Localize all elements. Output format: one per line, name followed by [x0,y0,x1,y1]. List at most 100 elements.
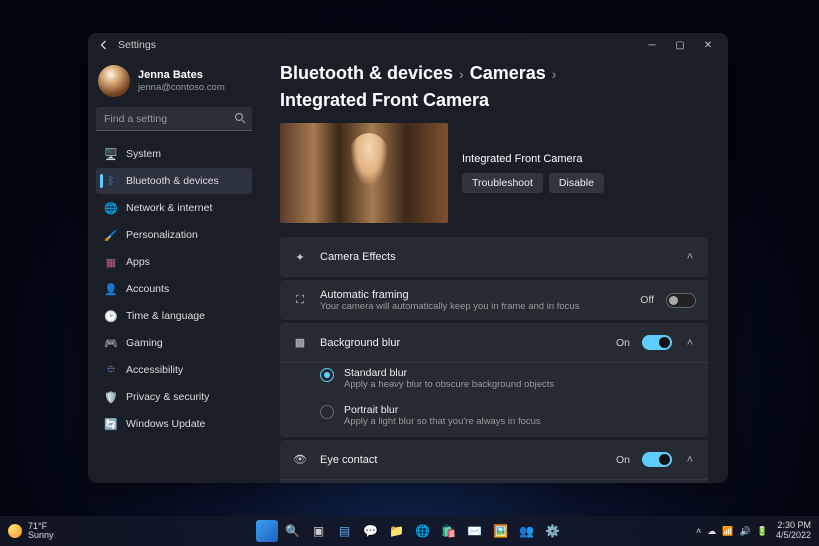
mail-button[interactable]: ✉️ [464,520,486,542]
tray-chevron-icon[interactable]: ˄ [696,526,701,536]
nav-label: Privacy & security [126,391,209,403]
store-button[interactable]: 🛍️ [438,520,460,542]
sidebar-item-accounts[interactable]: 👤Accounts [96,276,252,302]
clock-date: 4/5/2022 [776,531,811,541]
eye-contact-card: 👁 Eye contact On ˄ StandardMake eye cont… [280,440,708,483]
effects-header-label: Camera Effects [320,251,672,263]
eye-icon: 👁 [292,452,308,468]
explorer-button[interactable]: 📁 [386,520,408,542]
eye-contact-toggle[interactable] [642,452,672,467]
battery-icon[interactable]: 🔋 [757,526,768,537]
automatic-framing-row[interactable]: ⛶ Automatic framing Your camera will aut… [280,280,708,320]
troubleshoot-button[interactable]: Troubleshoot [462,173,543,193]
sidebar: Jenna Bates jenna@contoso.com 🖥️ System ᛒB… [88,57,260,483]
sidebar-item-windows-update[interactable]: 🔄Windows Update [96,411,252,437]
weather-widget[interactable]: 71°F Sunny [0,522,54,540]
nav-label: Network & internet [126,202,212,214]
automatic-framing-toggle[interactable] [666,293,696,308]
sidebar-item-apps[interactable]: ▦Apps [96,249,252,275]
search-icon [234,112,246,127]
eye-contact-row[interactable]: 👁 Eye contact On ˄ [280,440,708,480]
back-arrow-icon [98,39,110,51]
sidebar-item-system[interactable]: 🖥️ System [96,141,252,167]
eye-contact-title: Eye contact [320,454,604,466]
teams-button[interactable]: 👥 [516,520,538,542]
sun-icon [8,524,22,538]
eye-contact-state: On [616,454,630,466]
breadcrumb-level2[interactable]: Cameras [470,63,546,84]
nav-label: Gaming [126,337,163,349]
nav-label: Accounts [126,283,169,295]
volume-icon[interactable]: 🔊 [740,526,751,537]
chevron-up-icon[interactable]: ˄ [684,251,696,263]
background-blur-option[interactable]: Portrait blurApply a light blur so that … [320,400,696,431]
chat-button[interactable]: 💬 [360,520,382,542]
minimize-button[interactable]: ─ [638,35,666,55]
widgets-button[interactable]: ▤ [334,520,356,542]
onedrive-icon[interactable]: ☁ [707,526,716,537]
sidebar-item-bluetooth-devices[interactable]: ᛒ Bluetooth & devices [96,168,252,194]
system-tray[interactable]: ˄ ☁ 📶 🔊 🔋 2:30 PM 4/5/2022 [696,521,819,541]
settings-button[interactable]: ⚙️ [542,520,564,542]
search-box[interactable] [96,107,252,131]
background-blur-toggle[interactable] [642,335,672,350]
background-blur-row[interactable]: ▩ Background blur On ˄ [280,323,708,363]
sidebar-item-time-language[interactable]: 🕑Time & language [96,303,252,329]
nav-label: System [126,148,161,160]
sidebar-item-gaming[interactable]: 🎮 Gaming [96,330,252,356]
photos-button[interactable]: 🖼️ [490,520,512,542]
sidebar-item-personalization[interactable]: 🖌️Personalization [96,222,252,248]
camera-name: Integrated Front Camera [462,153,604,165]
content-pane[interactable]: Bluetooth & devices › Cameras › Integrat… [260,57,728,483]
nav-icon: 🎮 [104,336,118,350]
breadcrumb-current: Integrated Front Camera [280,90,489,111]
nav-label: Bluetooth & devices [126,175,219,187]
clock[interactable]: 2:30 PM 4/5/2022 [776,521,811,541]
taskbar[interactable]: 71°F Sunny 🔍 ▣ ▤ 💬 📁 🌐 🛍️ ✉️ 🖼️ 👥 ⚙️ ˄ ☁… [0,516,819,546]
search-input[interactable] [96,107,252,131]
edge-button[interactable]: 🌐 [412,520,434,542]
breadcrumb-level1[interactable]: Bluetooth & devices [280,63,453,84]
sparkle-icon: ✦ [292,249,308,265]
search-button[interactable]: 🔍 [282,520,304,542]
nav-label: Accessibility [126,364,183,376]
user-profile[interactable]: Jenna Bates jenna@contoso.com [96,61,252,107]
nav-icon: ᛒ [104,174,118,188]
background-blur-option[interactable]: Standard blurApply a heavy blur to obscu… [320,363,696,394]
nav-icon: 🌐 [104,201,118,215]
task-view-button[interactable]: ▣ [308,520,330,542]
chevron-right-icon: › [459,66,464,82]
nav-icon: 🔄 [104,417,118,431]
start-button[interactable] [256,520,278,542]
wifi-icon[interactable]: 📶 [722,526,733,537]
background-blur-options: Standard blurApply a heavy blur to obscu… [280,363,708,437]
eye-contact-option[interactable]: StandardMake eye contact even when you'r… [320,480,696,483]
camera-preview [280,123,448,223]
nav-icon: 🖥️ [104,147,118,161]
radio-icon [320,405,334,419]
chevron-up-icon[interactable]: ˄ [684,337,696,349]
camera-hero: Integrated Front Camera Troubleshoot Dis… [280,123,708,223]
breadcrumb: Bluetooth & devices › Cameras › Integrat… [280,63,708,111]
chevron-right-icon: › [552,66,557,82]
disable-button[interactable]: Disable [549,173,604,193]
titlebar: Settings ─ ▢ ✕ [88,33,728,57]
sidebar-item-accessibility[interactable]: ⯐Accessibility [96,357,252,383]
automatic-framing-title: Automatic framing [320,289,628,301]
option-sub: Apply a heavy blur to obscure background… [344,379,554,390]
maximize-button[interactable]: ▢ [666,35,694,55]
camera-effects-header-card[interactable]: ✦ Camera Effects ˄ [280,237,708,277]
back-button[interactable] [94,35,114,55]
close-button[interactable]: ✕ [694,35,722,55]
settings-window: Settings ─ ▢ ✕ Jenna Bates jenna@contoso… [88,33,728,483]
nav-icon: 🕑 [104,309,118,323]
option-title: Standard blur [344,367,554,379]
sidebar-item-privacy-security[interactable]: 🛡️Privacy & security [96,384,252,410]
user-name: Jenna Bates [138,69,225,81]
chevron-up-icon[interactable]: ˄ [684,454,696,466]
option-title: Portrait blur [344,404,541,416]
background-blur-card: ▩ Background blur On ˄ Standard blurAppl… [280,323,708,437]
framing-icon: ⛶ [292,292,308,308]
nav-label: Personalization [126,229,198,241]
sidebar-item-network-internet[interactable]: 🌐 Network & internet [96,195,252,221]
